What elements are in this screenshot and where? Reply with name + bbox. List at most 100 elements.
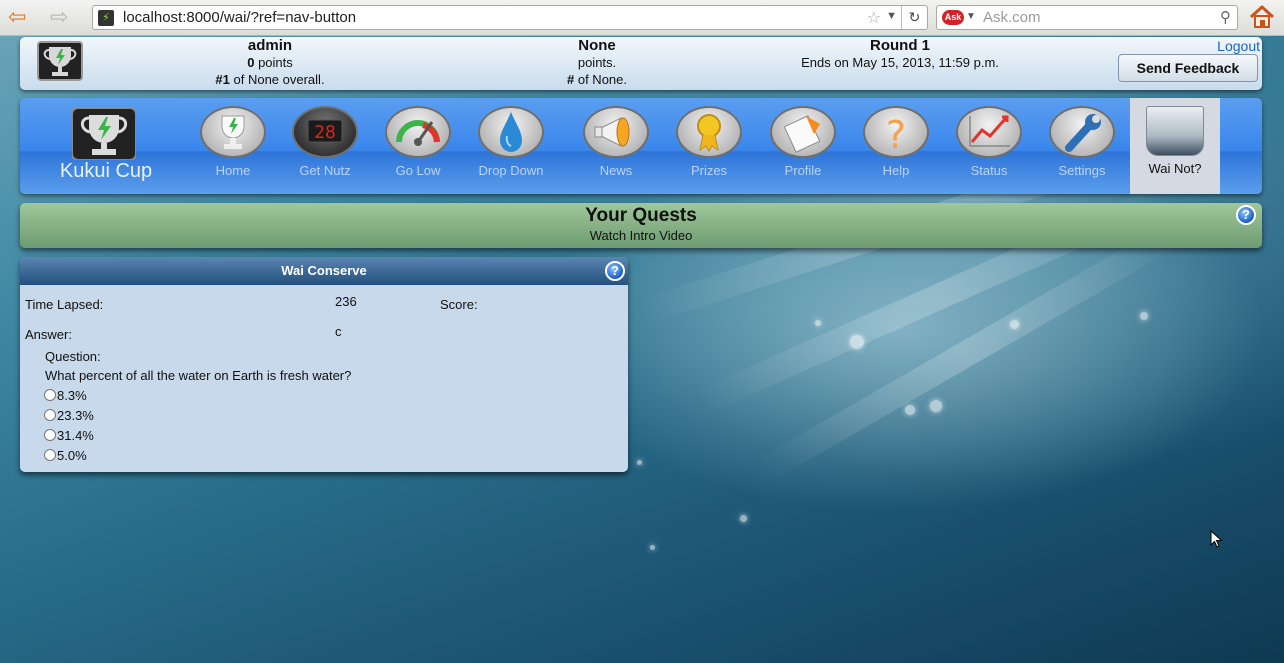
round-name: Round 1	[870, 37, 930, 54]
nav-item-settings[interactable]: Settings	[1037, 106, 1127, 190]
status-chart-icon	[956, 106, 1022, 158]
nav-label: Help	[882, 163, 910, 178]
user-points-label: points	[254, 55, 293, 70]
user-points: 0 points	[180, 54, 360, 71]
quests-title: Your Quests	[585, 205, 697, 226]
time-lapsed-label: Time Lapsed:	[25, 297, 104, 312]
chevron-down-icon[interactable]: ▼	[886, 10, 897, 22]
nav-label: Profile	[784, 163, 822, 178]
trophy-icon	[43, 47, 77, 76]
chevron-down-icon[interactable]: ▼	[966, 11, 976, 22]
wallpaper-bubble	[650, 545, 655, 550]
wallpaper-bubble	[815, 320, 821, 326]
address-bar[interactable]: ⚡ localhost:8000/wai/?ref=nav-button ☆ ▼…	[92, 5, 928, 30]
site-favicon-icon: ⚡	[98, 10, 114, 26]
team-rank-label: of None.	[574, 72, 627, 87]
nav-item-news[interactable]: News	[571, 106, 661, 190]
nav-label: News	[599, 163, 633, 178]
answer-radio[interactable]	[44, 429, 56, 441]
nav-label: Get Nutz	[299, 163, 351, 178]
answer-option-label: 5.0%	[57, 447, 87, 463]
search-box[interactable]: Ask ▼ Ask.com ⚲	[936, 5, 1238, 30]
nav-item-drop-down[interactable]: Drop Down	[466, 106, 556, 190]
question-mark-icon: ?	[863, 106, 929, 158]
answer-radio[interactable]	[44, 409, 56, 421]
send-feedback-button[interactable]: Send Feedback	[1118, 54, 1258, 82]
answer-value: c	[335, 324, 342, 339]
answer-radio[interactable]	[44, 449, 56, 461]
wallpaper-bubble	[930, 400, 942, 412]
user-rank: #1 of None overall.	[180, 71, 360, 88]
nav-label: Go Low	[395, 163, 441, 178]
nav-item-wai-not[interactable]: Wai Not?	[1130, 98, 1220, 194]
wallpaper-bubble	[1140, 312, 1148, 320]
nav-item-help[interactable]: ? Help	[851, 106, 941, 190]
logout-link[interactable]: Logout	[1217, 38, 1260, 54]
kukui-cup-logo	[37, 41, 83, 81]
help-icon[interactable]: ?	[605, 261, 625, 281]
answer-option-label: 8.3%	[57, 387, 87, 403]
reload-icon[interactable]: ↻	[901, 6, 927, 29]
user-rank-label: of None overall.	[229, 72, 325, 87]
answer-option[interactable]: 23.3%	[44, 405, 351, 425]
trophy-icon	[200, 106, 266, 158]
user-rank-value: #1	[215, 72, 230, 87]
help-icon[interactable]: ?	[1236, 205, 1256, 225]
nav-label: Settings	[1058, 163, 1106, 178]
nav-item-get-nutz[interactable]: 28 Get Nutz	[280, 106, 370, 190]
answer-option[interactable]: 5.0%	[44, 445, 351, 465]
wallpaper-bubble	[1010, 320, 1019, 329]
nav-label: Wai Not?	[1148, 161, 1202, 176]
time-lapsed-value: 236	[335, 294, 357, 309]
brand-name[interactable]: Kukui Cup	[46, 160, 166, 183]
answer-option-label: 23.3%	[57, 407, 94, 423]
svg-text:28: 28	[314, 122, 336, 143]
round-ends: Ends on May 15, 2013, 11:59 p.m.	[801, 55, 999, 70]
nav-label: Status	[970, 163, 1008, 178]
prize-medal-icon	[676, 106, 742, 158]
forward-arrow-icon[interactable]: ⇨	[50, 6, 68, 28]
svg-text:?: ?	[886, 113, 906, 156]
user-summary: admin 0 points #1 of None overall.	[180, 37, 360, 88]
question-text: What percent of all the water on Earth i…	[45, 368, 352, 383]
nav-item-prizes[interactable]: Prizes	[664, 106, 754, 190]
back-arrow-icon[interactable]: ⇦	[8, 6, 26, 28]
browser-toolbar: ⇦ ⇨ ⚡ localhost:8000/wai/?ref=nav-button…	[0, 0, 1284, 36]
bookmark-star-icon[interactable]: ☆	[867, 8, 881, 28]
team-summary: None points. # of None.	[507, 37, 687, 88]
answer-radio[interactable]	[44, 389, 56, 401]
nav-item-status[interactable]: Status	[944, 106, 1034, 190]
nav-label: Drop Down	[478, 163, 544, 178]
answer-option[interactable]: 8.3%	[44, 385, 351, 405]
panel-title: Wai Conserve	[281, 263, 367, 278]
ask-logo-icon[interactable]: Ask	[942, 10, 964, 25]
main-navigation: Kukui Cup Home 28 Get Nutz Go Low Drop D…	[20, 98, 1262, 194]
round-info: Round 1 Ends on May 15, 2013, 11:59 p.m.	[750, 37, 1050, 71]
wai-conserve-header: Wai Conserve ?	[20, 257, 628, 285]
nav-label: Home	[215, 163, 251, 178]
wallpaper-bubble	[740, 515, 747, 522]
search-input[interactable]: Ask.com	[983, 9, 1041, 26]
home-icon[interactable]	[1248, 4, 1276, 30]
mouse-cursor-icon	[1210, 530, 1223, 548]
gauge-icon	[385, 106, 451, 158]
search-icon[interactable]: ⚲	[1220, 8, 1231, 26]
quest-link-watch-intro-video[interactable]: Watch Intro Video	[20, 228, 1262, 243]
url-text[interactable]: localhost:8000/wai/?ref=nav-button	[123, 9, 356, 26]
nav-item-profile[interactable]: Profile	[758, 106, 848, 190]
question-label: Question:	[45, 349, 101, 364]
answer-option-label: 31.4%	[57, 427, 94, 443]
wallpaper-bubble	[637, 460, 642, 465]
answer-label: Answer:	[25, 327, 72, 342]
team-rank: # of None.	[507, 71, 687, 88]
water-glass-icon	[1146, 106, 1204, 156]
kukui-cup-brand-logo[interactable]	[72, 108, 136, 160]
scoreboard-icon: 28	[292, 106, 358, 158]
nav-item-home[interactable]: Home	[188, 106, 278, 190]
user-name: admin	[247, 37, 293, 54]
megaphone-icon	[583, 106, 649, 158]
wallpaper-bubble	[905, 405, 915, 415]
wallpaper-bubble	[850, 335, 864, 349]
answer-option[interactable]: 31.4%	[44, 425, 351, 445]
nav-item-go-low[interactable]: Go Low	[373, 106, 463, 190]
